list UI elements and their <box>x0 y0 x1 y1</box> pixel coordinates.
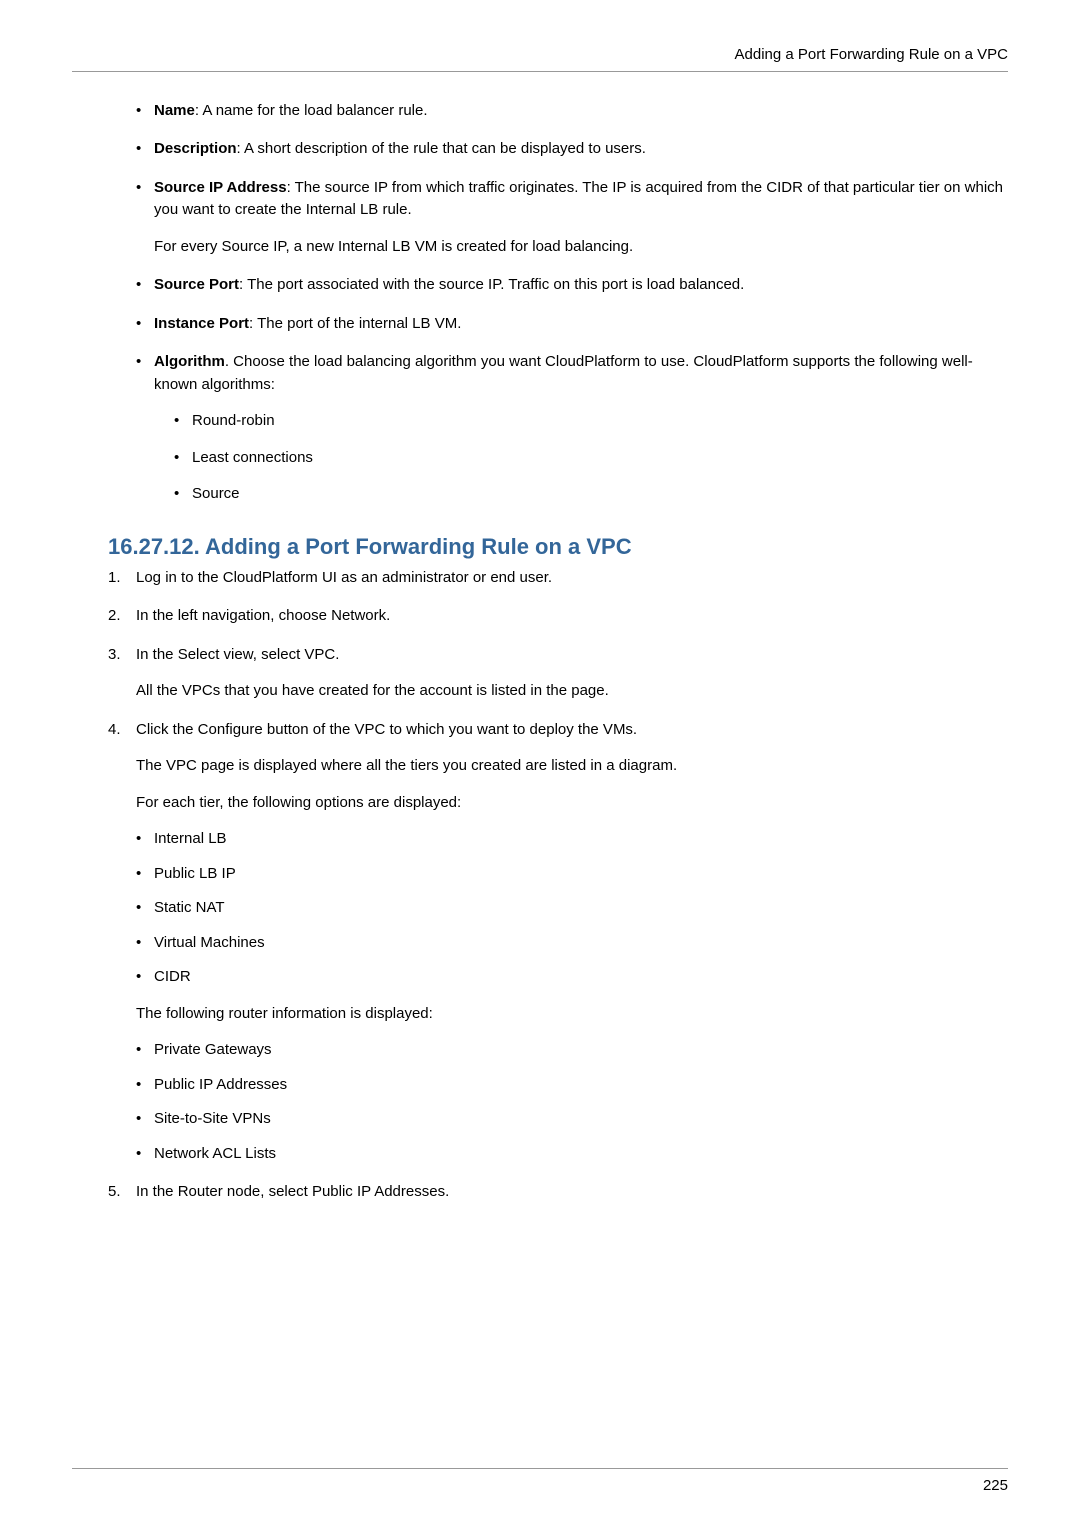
def-text: . Choose the load balancing algorithm yo… <box>154 353 973 393</box>
step-text: In the left navigation, choose Network. <box>136 607 390 624</box>
list-item: Private Gateways <box>136 1039 1008 1062</box>
def-term: Source Port <box>154 276 239 293</box>
list-item: CIDR <box>136 966 1008 989</box>
step-text: Log in to the CloudPlatform UI as an adm… <box>136 569 552 586</box>
def-item-source-port: Source Port: The port associated with th… <box>136 274 1008 297</box>
def-term: Algorithm <box>154 353 225 370</box>
list-item: Site-to-Site VPNs <box>136 1108 1008 1131</box>
step-para: All the VPCs that you have created for t… <box>136 680 1008 703</box>
list-item: Public LB IP <box>136 863 1008 886</box>
step-2: In the left navigation, choose Network. <box>108 605 1008 628</box>
section-heading: 16.27.12. Adding a Port Forwarding Rule … <box>72 530 1008 563</box>
steps-list: Log in to the CloudPlatform UI as an adm… <box>72 567 1008 1204</box>
def-text: : A short description of the rule that c… <box>237 140 646 157</box>
def-item-name: Name: A name for the load balancer rule. <box>136 100 1008 123</box>
step-1: Log in to the CloudPlatform UI as an adm… <box>108 567 1008 590</box>
step-text: In the Select view, select VPC. <box>136 646 339 663</box>
list-item: Public IP Addresses <box>136 1074 1008 1097</box>
step-4: Click the Configure button of the VPC to… <box>108 719 1008 1166</box>
def-text: : The port associated with the source IP… <box>239 276 744 293</box>
def-item-algorithm: Algorithm. Choose the load balancing alg… <box>136 351 1008 506</box>
step-text: Click the Configure button of the VPC to… <box>136 721 637 738</box>
def-term: Description <box>154 140 237 157</box>
def-term: Source IP Address <box>154 179 287 196</box>
list-item: Virtual Machines <box>136 932 1008 955</box>
step-text: In the Router node, select Public IP Add… <box>136 1183 449 1200</box>
router-info-list: Private Gateways Public IP Addresses Sit… <box>136 1039 1008 1165</box>
algorithm-list: Round-robin Least connections Source <box>154 410 1008 506</box>
def-item-source-ip: Source IP Address: The source IP from wh… <box>136 177 1008 259</box>
list-item: Network ACL Lists <box>136 1143 1008 1166</box>
running-header: Adding a Port Forwarding Rule on a VPC <box>72 44 1008 72</box>
algorithm-item: Round-robin <box>174 410 1008 433</box>
list-item: Static NAT <box>136 897 1008 920</box>
def-extra-para: For every Source IP, a new Internal LB V… <box>154 236 1008 259</box>
def-item-description: Description: A short description of the … <box>136 138 1008 161</box>
def-term: Instance Port <box>154 315 249 332</box>
def-term: Name <box>154 102 195 119</box>
list-item: Internal LB <box>136 828 1008 851</box>
step-para: For each tier, the following options are… <box>136 792 1008 815</box>
step-para: The following router information is disp… <box>136 1003 1008 1026</box>
step-para: The VPC page is displayed where all the … <box>136 755 1008 778</box>
algorithm-item: Least connections <box>174 447 1008 470</box>
running-title: Adding a Port Forwarding Rule on a VPC <box>735 46 1008 63</box>
def-text: : A name for the load balancer rule. <box>195 102 428 119</box>
def-text: : The port of the internal LB VM. <box>249 315 461 332</box>
def-item-instance-port: Instance Port: The port of the internal … <box>136 313 1008 336</box>
tier-options-list: Internal LB Public LB IP Static NAT Virt… <box>136 828 1008 989</box>
page-number: 225 <box>983 1477 1008 1494</box>
definition-list: Name: A name for the load balancer rule.… <box>72 100 1008 506</box>
page-footer: 225 <box>72 1468 1008 1498</box>
page: Adding a Port Forwarding Rule on a VPC N… <box>0 0 1080 1527</box>
algorithm-item: Source <box>174 483 1008 506</box>
step-5: In the Router node, select Public IP Add… <box>108 1181 1008 1204</box>
step-3: In the Select view, select VPC. All the … <box>108 644 1008 703</box>
